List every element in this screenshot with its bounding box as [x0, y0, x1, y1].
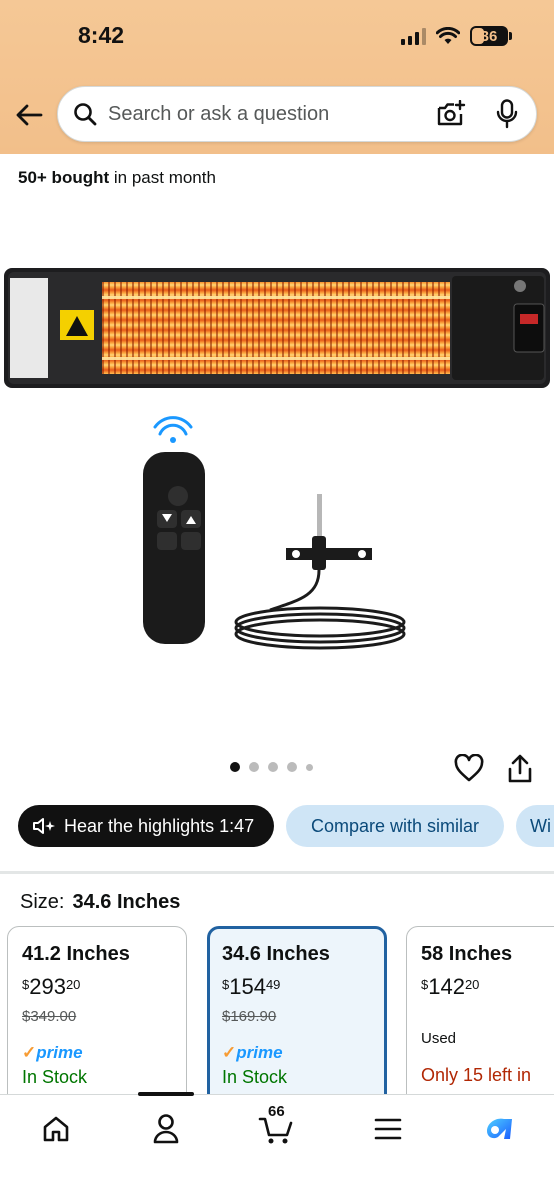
home-icon [43, 1116, 69, 1142]
more-chip-label: Wi [530, 815, 551, 836]
product-page: 8:42 36 Search or ask a question 50+ bou… [0, 0, 554, 1200]
search-icon [72, 101, 98, 127]
gallery-dot[interactable] [306, 763, 313, 771]
size-option-condition: Used [421, 1030, 457, 1047]
person-icon [153, 1114, 179, 1144]
size-option-card-selected[interactable]: 34.6 Inches $154 49 $169.90 ✓prime In Sto… [207, 926, 387, 1096]
cart-count: 66 [268, 1103, 285, 1120]
heater-image [4, 268, 550, 388]
battery-level: 36 [480, 27, 498, 45]
size-option-price: $142 20 [421, 974, 480, 999]
size-option-price: $293 20 [22, 974, 81, 999]
compare-similar-label: Compare with similar [310, 815, 480, 836]
tab-menu[interactable] [368, 1109, 408, 1149]
active-tab-indicator [138, 1092, 194, 1096]
size-option-title: 58 Inches [421, 943, 513, 965]
more-chip-button[interactable]: Wi [516, 805, 554, 847]
gallery-dot[interactable] [230, 762, 240, 772]
size-option-list-price: $169.90 [222, 1008, 277, 1025]
hear-highlights-button[interactable]: Hear the highlights 1:47 [18, 805, 274, 847]
gallery-dot[interactable] [249, 762, 259, 772]
search-bar[interactable]: Search or ask a question [57, 86, 537, 142]
back-button[interactable] [14, 100, 44, 130]
bottom-tab-bar: 66 [0, 1092, 554, 1200]
tab-account[interactable] [146, 1109, 186, 1149]
back-arrow-icon [16, 104, 43, 126]
size-option-list-price: $349.00 [22, 1008, 77, 1025]
share-icon[interactable] [506, 754, 534, 784]
availability-status: In Stock [22, 1067, 88, 1087]
size-label: Size: [20, 891, 65, 913]
camera-search-icon[interactable] [434, 97, 468, 131]
mounting-bracket-image [234, 494, 406, 650]
header: 8:42 36 Search or ask a question [0, 0, 554, 154]
gallery-dot[interactable] [287, 762, 297, 772]
rufus-assistant-icon [487, 1118, 512, 1139]
tab-cart[interactable]: 66 [256, 1103, 296, 1149]
size-option-title: 34.6 Inches [222, 943, 330, 965]
hamburger-menu-icon [374, 1118, 402, 1140]
bought-suffix: in past month [109, 168, 216, 187]
availability-status: Only 15 left in [421, 1065, 532, 1085]
status-time: 8:42 [78, 22, 125, 48]
search-input[interactable]: Search or ask a question [108, 103, 434, 126]
microphone-icon[interactable] [490, 97, 524, 131]
hear-highlights-label: Hear the highlights 1:47 [64, 815, 255, 836]
section-divider [0, 871, 554, 874]
wifi-icon [436, 27, 460, 44]
size-options: 41.2 Inches $293 20 $349.00 ✓prime In Sto… [0, 926, 554, 1096]
bought-count: 50+ bought [18, 168, 110, 187]
availability-status: In Stock [222, 1067, 288, 1087]
prime-badge: ✓prime [22, 1043, 83, 1062]
compare-similar-button[interactable]: Compare with similar [286, 805, 504, 847]
product-image-gallery[interactable] [0, 200, 554, 745]
size-selector-label: Size: 34.6 Inches [20, 891, 180, 914]
size-option-price: $154 49 [222, 974, 281, 999]
speaker-sparkle-icon [32, 817, 56, 835]
tab-rufus[interactable] [478, 1109, 518, 1149]
prime-badge: ✓prime [222, 1043, 283, 1062]
bought-in-past-month: 50+ bought in past month [18, 168, 216, 188]
gallery-pagination[interactable] [230, 762, 313, 772]
size-option-card[interactable]: 41.2 Inches $293 20 $349.00 ✓prime In Sto… [7, 926, 187, 1096]
cellular-signal-icon [401, 27, 426, 45]
remote-control-image [143, 416, 205, 644]
gallery-dot[interactable] [268, 762, 278, 772]
size-value: 34.6 Inches [72, 891, 181, 913]
status-icons: 36 [401, 26, 512, 46]
tab-home[interactable] [36, 1109, 76, 1149]
wishlist-heart-icon[interactable] [454, 753, 484, 782]
size-option-title: 41.2 Inches [22, 943, 130, 965]
size-option-card[interactable]: 58 Inches $142 20 Used Only 15 left in [406, 926, 554, 1096]
battery-icon: 36 [470, 26, 512, 46]
